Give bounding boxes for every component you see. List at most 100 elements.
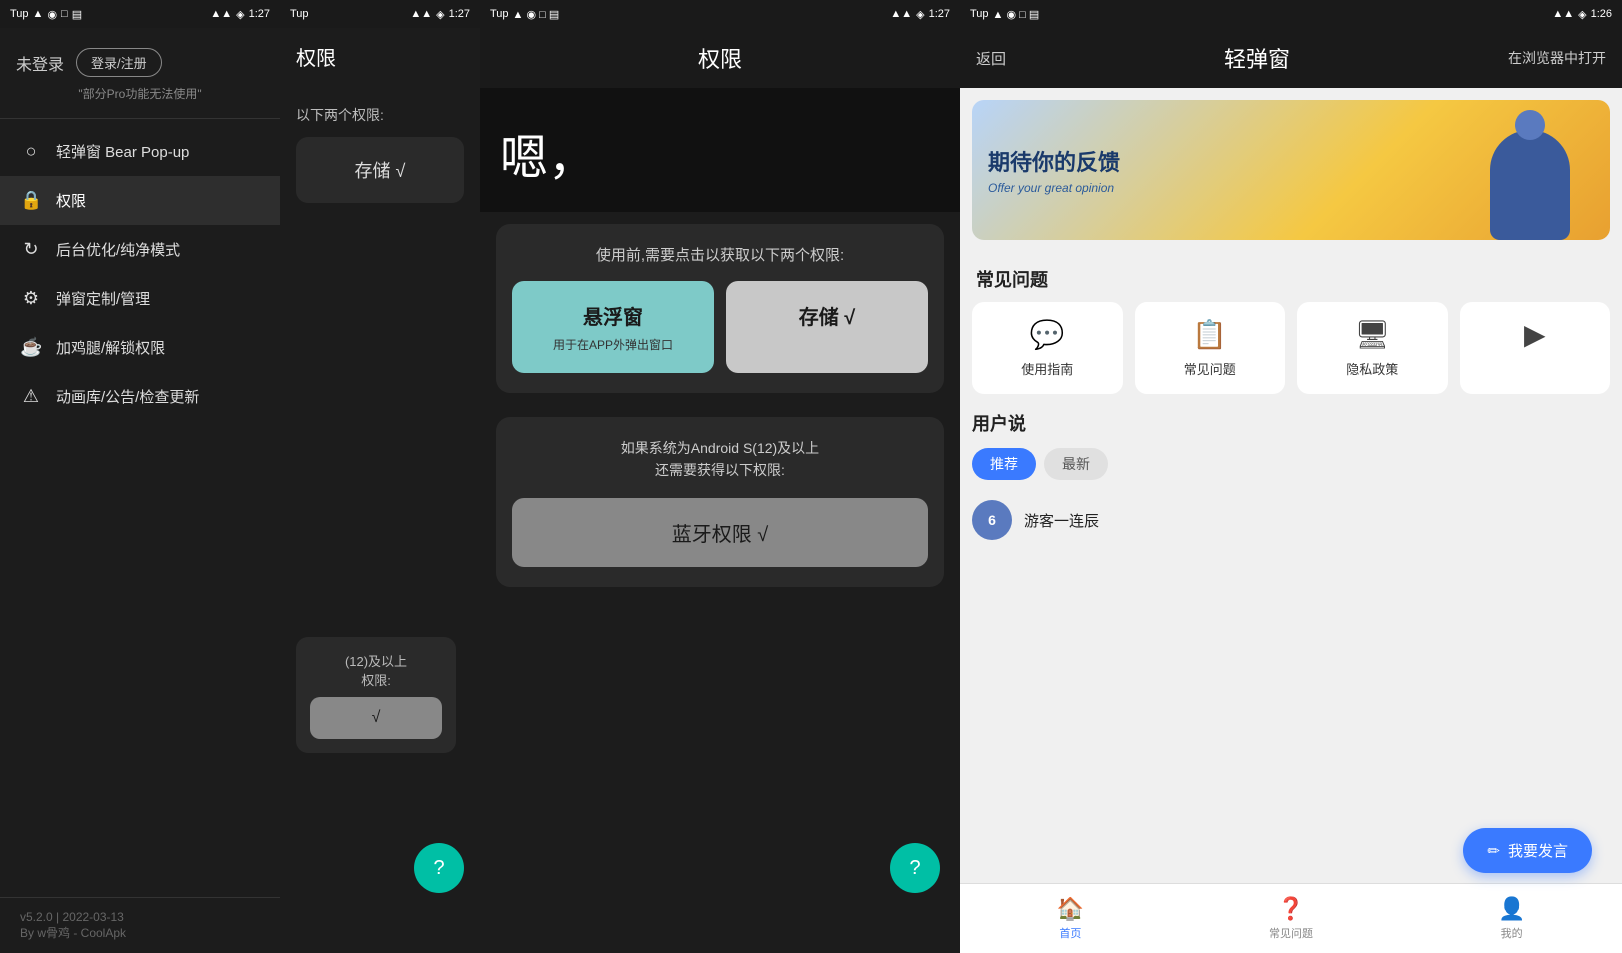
lightwin-panel: Tup ▲ ◉ □ ▤ ▲▲ ◈ 1:26 返回 轻弹窗 在浏览器中打开 期待你… <box>960 0 1622 953</box>
sidebar-item-permissions[interactable]: 🔒 权限 <box>0 176 280 225</box>
permission-fg-panel: Tup ▲ ◉ □ ▤ ▲▲ ◈ 1:27 权限 嗯， 使用前,需要点击以获取以… <box>480 0 960 953</box>
lw-title: 轻弹窗 <box>1006 42 1508 74</box>
sidebar-header: 未登录 登录/注册 "部分Pro功能无法使用" <box>0 28 280 119</box>
open-in-browser-button[interactable]: 在浏览器中打开 <box>1508 48 1606 68</box>
perm-fg-header: 权限 <box>480 28 960 88</box>
status-icon-1: ▲ <box>33 8 44 20</box>
users-section-title: 用户说 <box>972 410 1610 436</box>
updates-icon: ⚠ <box>20 386 42 407</box>
faq-item-faq[interactable]: 📋 常见问题 <box>1135 302 1286 394</box>
perm-fg-status-bar: Tup ▲ ◉ □ ▤ ▲▲ ◈ 1:27 <box>480 0 960 28</box>
version-text: v5.2.0 | 2022-03-13 <box>20 910 260 924</box>
perm-fg-title: 权限 <box>698 47 742 72</box>
perm-fg-fab[interactable]: ? <box>890 843 940 893</box>
perm-hero-section: 嗯， <box>480 88 960 212</box>
banner-title: 期待你的反馈 <box>988 145 1120 177</box>
status-right: ▲▲ ◈ 1:27 <box>210 8 270 21</box>
tab-latest[interactable]: 最新 <box>1044 448 1108 480</box>
permissions-label: 权限 <box>56 190 86 211</box>
perm-section-1: 使用前,需要点击以获取以下两个权限: 悬浮窗 用于在APP外弹出窗口 存储 √ <box>496 224 944 393</box>
nav-profile[interactable]: 👤 我的 <box>1401 896 1622 941</box>
updates-label: 动画库/公告/检查更新 <box>56 386 199 407</box>
banner-figure <box>1470 110 1590 240</box>
perm-bg-wifi: ◈ <box>436 8 444 21</box>
bluetooth-card[interactable]: 蓝牙权限 √ <box>512 498 928 567</box>
nav-faq[interactable]: ❓ 常见问题 <box>1181 896 1402 941</box>
perm-bg-content: 以下两个权限: 存储 √ <box>280 105 480 215</box>
author-text: By w骨鸡 - CoolApk <box>20 924 260 941</box>
perm-bg-android-note: (12)及以上权限: √ <box>296 637 456 753</box>
lw-time: 1:26 <box>1591 8 1612 20</box>
perm-bg-card2: √ <box>310 697 442 739</box>
user-tabs: 推荐 最新 <box>972 448 1610 480</box>
lw-status-right: ▲▲ ◈ 1:26 <box>1552 8 1612 21</box>
banner-text: 期待你的反馈 Offer your great opinion <box>988 145 1120 195</box>
unlock-icon: ☕ <box>20 337 42 358</box>
tab-recommend[interactable]: 推荐 <box>972 448 1036 480</box>
perm-fg-wifi: ◈ <box>916 8 924 21</box>
profile-label: 我的 <box>1501 925 1523 941</box>
guide-icon: 💬 <box>1030 318 1065 351</box>
perm-bg-status-left: Tup <box>290 8 309 20</box>
perm-bg-title: 权限 <box>280 28 480 85</box>
perm-bg-sub-text: 以下两个权限: <box>296 105 464 125</box>
sidebar-item-updates[interactable]: ⚠ 动画库/公告/检查更新 <box>0 372 280 421</box>
faq-item-privacy[interactable]: 🖥 隐私政策 <box>1297 302 1448 394</box>
pro-warning-text: "部分Pro功能无法使用" <box>16 85 264 102</box>
unlock-label: 加鸡腿/解锁权限 <box>56 337 165 358</box>
popup-manage-icon: ⚙ <box>20 288 42 309</box>
privacy-icon: 🖥 <box>1354 318 1390 351</box>
lw-wifi: ◈ <box>1578 8 1586 21</box>
faq-icon: 📋 <box>1192 318 1227 351</box>
floating-window-card[interactable]: 悬浮窗 用于在APP外弹出窗口 <box>512 281 714 373</box>
faq-item-guide[interactable]: 💬 使用指南 <box>972 302 1123 394</box>
sidebar-item-background[interactable]: ↻ 后台优化/纯净模式 <box>0 225 280 274</box>
faq-item-extra[interactable]: ▶ <box>1460 302 1611 394</box>
perm-bg-signal: ▲▲ <box>410 8 432 20</box>
comment-fab-icon: ✏ <box>1487 842 1500 860</box>
bear-popup-label: 轻弹窗 Bear Pop-up <box>56 141 189 162</box>
privacy-label: 隐私政策 <box>1346 359 1398 378</box>
perm-fg-app-name: Tup <box>490 8 509 20</box>
sidebar-item-unlock[interactable]: ☕ 加鸡腿/解锁权限 <box>0 323 280 372</box>
status-app-name: Tup <box>10 8 29 20</box>
perm-fg-fab-icon: ? <box>909 857 920 880</box>
perm-fg-status-left: Tup ▲ ◉ □ ▤ <box>490 8 559 21</box>
username-label: 未登录 <box>16 51 64 75</box>
lw-content: 期待你的反馈 Offer your great opinion 常见问题 💬 使… <box>960 88 1622 953</box>
faq-label: 常见问题 <box>1184 359 1236 378</box>
user-name: 游客一连辰 <box>1024 510 1099 531</box>
background-label: 后台优化/纯净模式 <box>56 239 180 260</box>
user-row-1: 6 游客一连辰 <box>972 492 1610 548</box>
login-register-button[interactable]: 登录/注册 <box>76 48 162 77</box>
lw-app-name: Tup <box>970 8 989 20</box>
perm-bg-status-bar: Tup ▲▲ ◈ 1:27 <box>280 0 480 28</box>
perm-bg-fab[interactable]: ? <box>414 843 464 893</box>
perm-bg-time: 1:27 <box>449 8 470 20</box>
faq-icons-row: 💬 使用指南 📋 常见问题 🖥 隐私政策 ▶ <box>960 302 1622 410</box>
user-row: 未登录 登录/注册 <box>16 48 264 77</box>
storage-card[interactable]: 存储 √ <box>726 281 928 373</box>
storage-title: 存储 √ <box>738 301 916 330</box>
perm-fg-signal: ▲▲ <box>890 8 912 20</box>
bottom-nav: 🏠 首页 ❓ 常见问题 👤 我的 <box>960 883 1622 953</box>
perm-cards-row: 悬浮窗 用于在APP外弹出窗口 存储 √ <box>512 281 928 373</box>
perm-bg-card1: 存储 √ <box>296 137 464 203</box>
back-button[interactable]: 返回 <box>976 48 1006 69</box>
feedback-banner[interactable]: 期待你的反馈 Offer your great opinion <box>972 100 1610 240</box>
sidebar-item-bear-popup[interactable]: ○ 轻弹窗 Bear Pop-up <box>0 127 280 176</box>
faq-section-title: 常见问题 <box>960 252 1622 302</box>
sidebar-status-bar: Tup ▲ ◉ □ ▤ ▲▲ ◈ 1:27 <box>0 0 280 28</box>
sidebar-item-popup-manage[interactable]: ⚙ 弹窗定制/管理 <box>0 274 280 323</box>
perm-bg-app-name: Tup <box>290 8 309 20</box>
comment-fab[interactable]: ✏ 我要发言 <box>1463 828 1592 873</box>
popup-manage-label: 弹窗定制/管理 <box>56 288 150 309</box>
profile-icon: 👤 <box>1498 896 1525 922</box>
lw-status-bar: Tup ▲ ◉ □ ▤ ▲▲ ◈ 1:26 <box>960 0 1622 28</box>
signal-icon: ▲▲ <box>210 8 232 20</box>
bear-popup-icon: ○ <box>20 141 42 162</box>
lw-status-icons: ▲ ◉ □ ▤ <box>993 8 1040 21</box>
nav-home[interactable]: 🏠 首页 <box>960 896 1181 941</box>
background-icon: ↻ <box>20 239 42 260</box>
perm-fg-status-right: ▲▲ ◈ 1:27 <box>890 8 950 21</box>
